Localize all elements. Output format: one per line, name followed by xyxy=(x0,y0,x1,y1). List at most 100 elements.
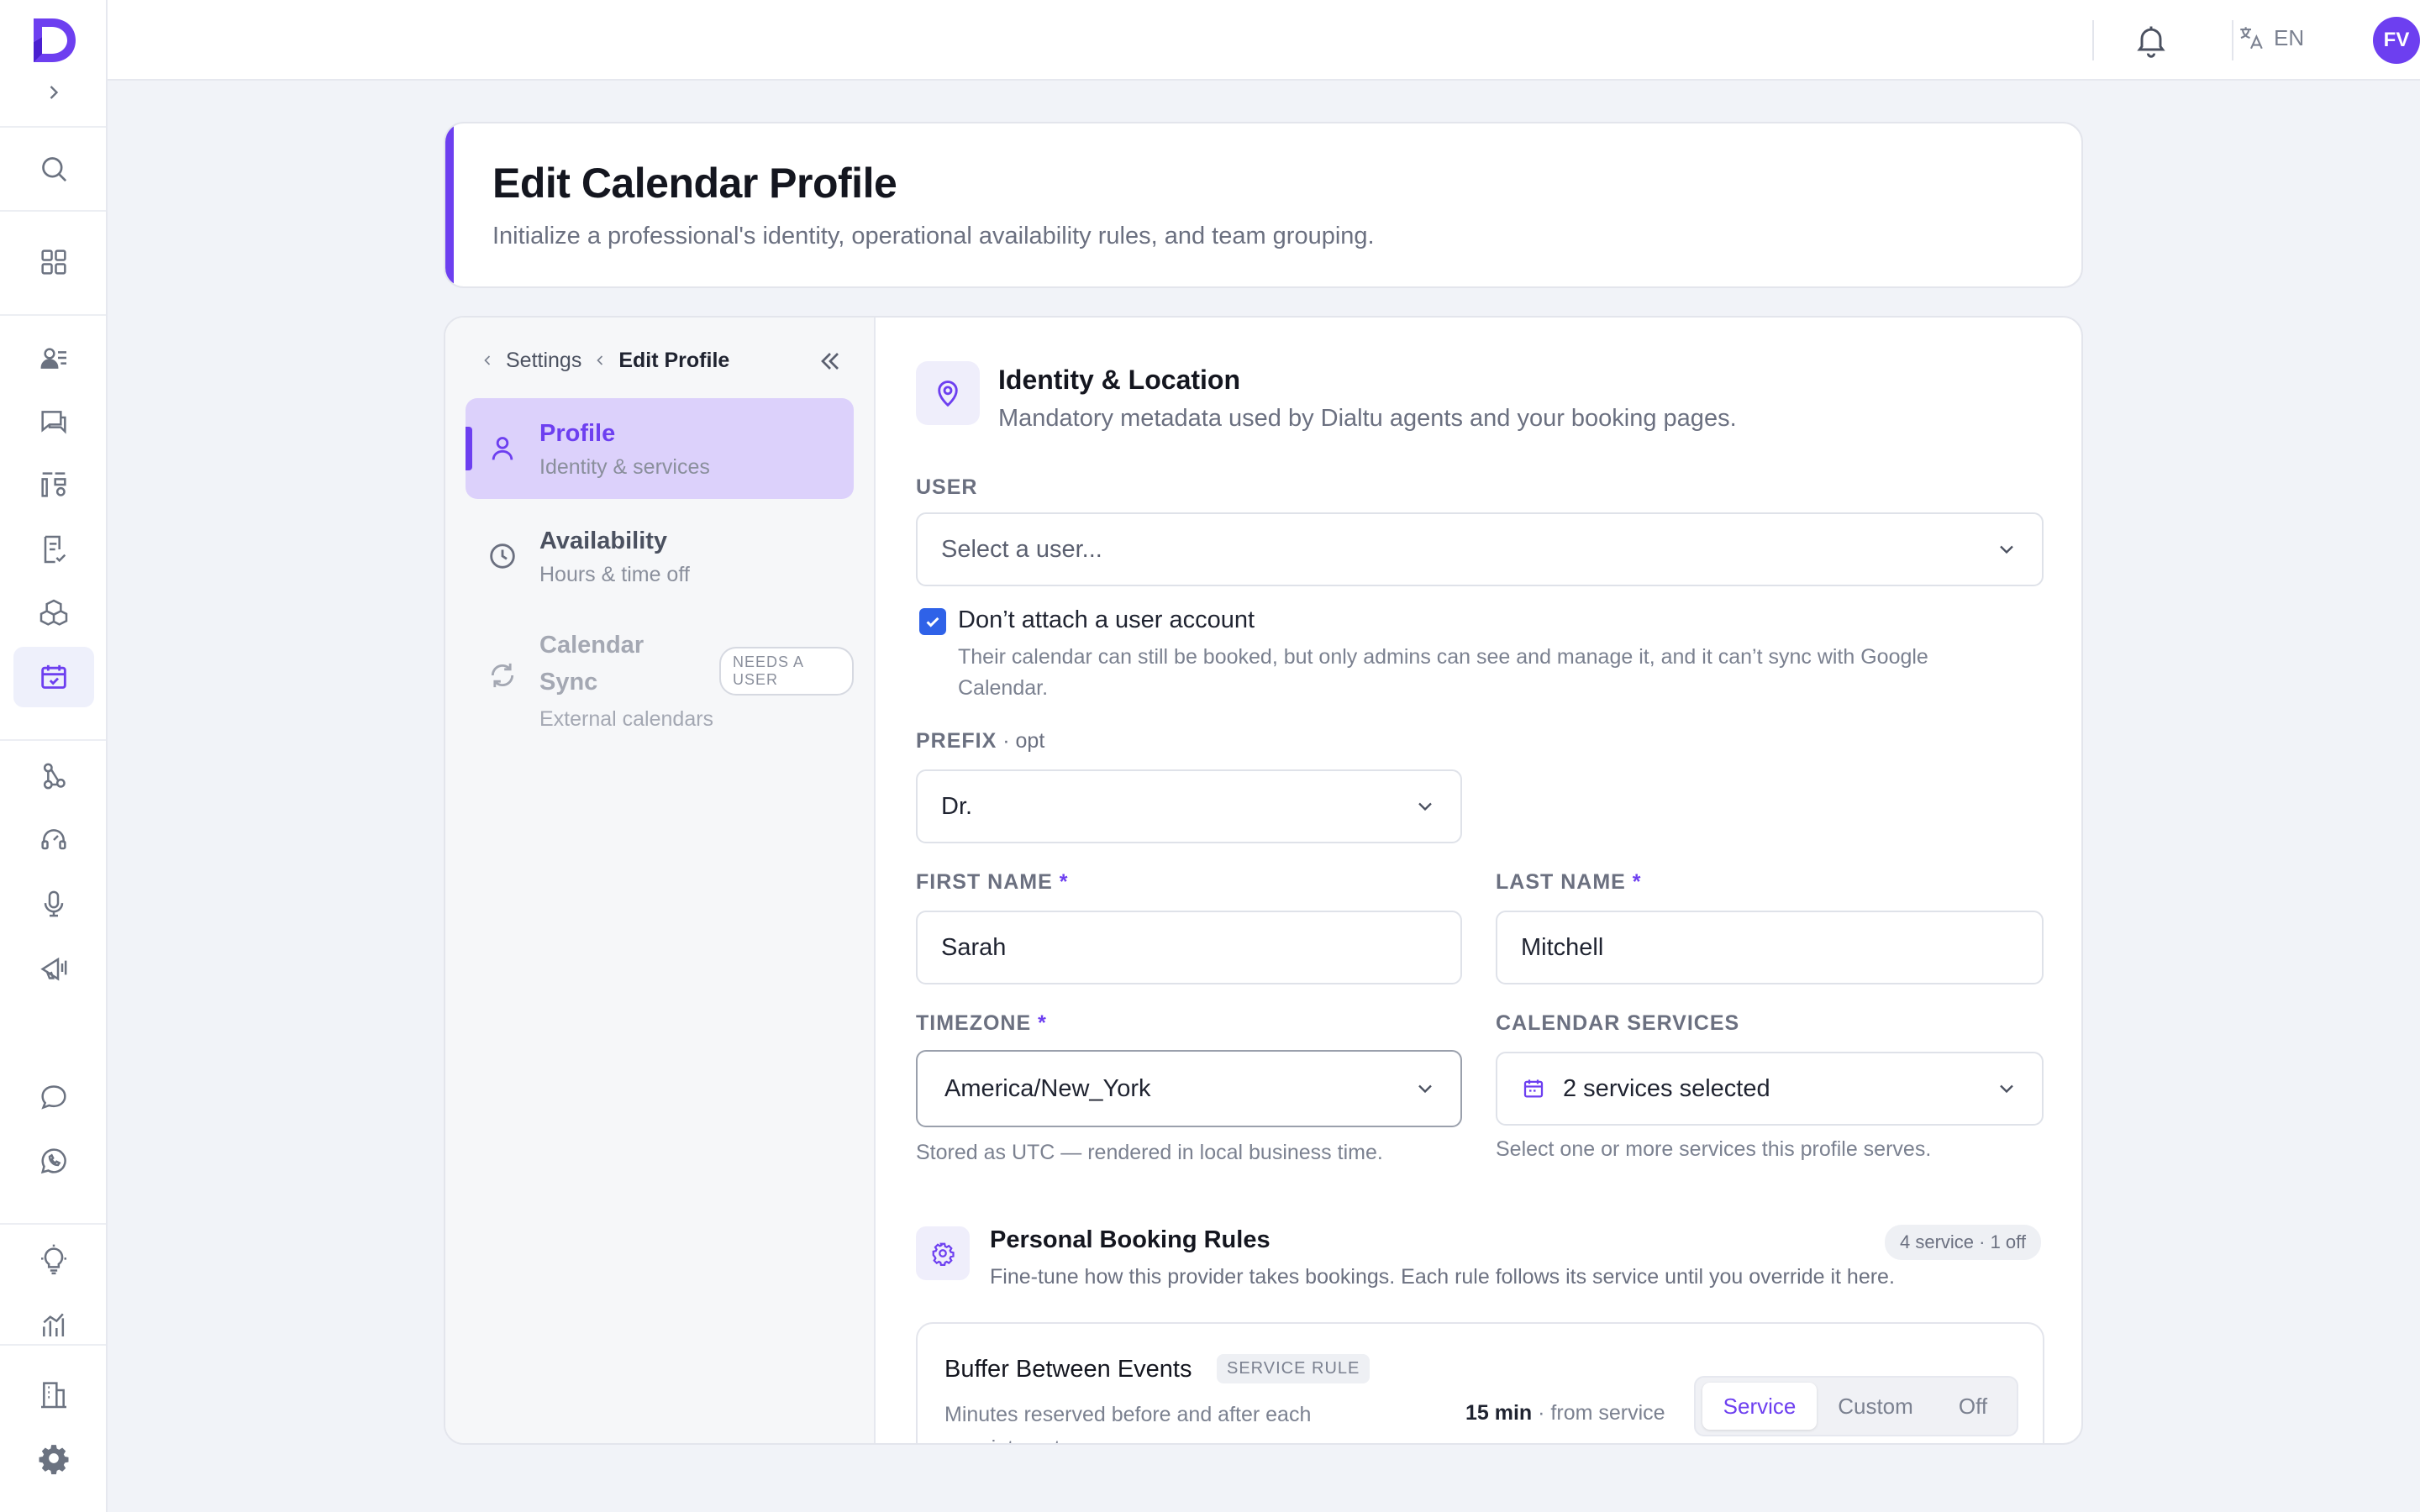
workflows-icon[interactable] xyxy=(34,756,74,796)
profile-subnav: Settings Edit Profile Profile Identity &… xyxy=(445,318,876,1443)
subnav-item-title: Profile xyxy=(539,420,616,447)
chevron-down-icon xyxy=(1418,1084,1432,1094)
rules-summary-badge: 4 service · 1 off xyxy=(1885,1225,2041,1260)
search-icon[interactable] xyxy=(34,149,74,189)
breadcrumb-current: Edit Profile xyxy=(618,348,730,372)
rail-divider xyxy=(0,1223,106,1225)
page-subtitle: Initialize a professional's identity, op… xyxy=(492,223,1375,249)
rule-mode-service[interactable]: Service xyxy=(1702,1383,1817,1430)
user-avatar[interactable]: FV xyxy=(2373,17,2420,64)
products-icon[interactable] xyxy=(34,593,74,633)
settings-gear-icon xyxy=(916,1226,970,1280)
section-title: Identity & Location xyxy=(998,365,1240,395)
subnav-item-profile[interactable]: Profile Identity & services xyxy=(466,398,854,499)
no-user-help-text: Their calendar can still be booked, but … xyxy=(958,645,1928,700)
dialtu-logo[interactable] xyxy=(29,15,79,66)
user-icon xyxy=(492,437,513,460)
subnav-item-title: Calendar xyxy=(539,632,644,659)
no-user-checkbox-label[interactable]: Don’t attach a user account xyxy=(958,606,1255,634)
subnav-item-subtitle: Hours & time off xyxy=(539,563,690,586)
sidebar-rail xyxy=(0,0,108,1512)
whatsapp-icon[interactable] xyxy=(34,1141,74,1181)
contacts-icon[interactable] xyxy=(34,338,74,378)
first-name-input[interactable]: Sarah xyxy=(916,911,1462,984)
subnav-item-availability[interactable]: Availability Hours & time off xyxy=(466,506,854,606)
prefix-field-label: PREFIX · opt xyxy=(916,729,1044,753)
breadcrumb: Settings Edit Profile xyxy=(479,339,729,381)
prefix-value: Dr. xyxy=(941,792,973,820)
prefix-select[interactable]: Dr. xyxy=(916,769,1462,843)
chevron-down-icon xyxy=(2000,545,2013,554)
translate-icon xyxy=(2240,27,2263,50)
required-marker: * xyxy=(1038,1011,1047,1035)
timezone-select[interactable]: America/New_York xyxy=(916,1050,1462,1127)
page-title: Edit Calendar Profile xyxy=(492,160,897,207)
required-marker: * xyxy=(1059,870,1069,894)
optional-marker: · opt xyxy=(997,729,1045,753)
rule-mode-custom[interactable]: Custom xyxy=(1820,1383,1931,1430)
subnav-item-subtitle: External calendars xyxy=(539,707,714,731)
dashboard-grid-icon[interactable] xyxy=(34,242,74,282)
rule-title: Buffer Between Events xyxy=(944,1356,1192,1383)
conversations-icon[interactable] xyxy=(34,402,74,442)
rule-mode-off[interactable]: Off xyxy=(1934,1383,2012,1430)
needs-user-badge: NEEDS A USER xyxy=(719,647,854,696)
chevron-left-icon[interactable] xyxy=(479,352,496,369)
identity-form: Identity & Location Mandatory metadata u… xyxy=(876,318,2081,1443)
language-switcher[interactable]: EN xyxy=(2237,24,2304,52)
chevron-right-icon[interactable] xyxy=(42,81,66,104)
first-name-value: Sarah xyxy=(941,933,1007,961)
timezone-label-text: TIMEZONE xyxy=(916,1011,1032,1035)
kanban-icon[interactable] xyxy=(34,465,74,505)
settings-gear-icon[interactable] xyxy=(34,1438,74,1478)
clock-icon xyxy=(490,543,515,569)
rule-value-amount: 15 min xyxy=(1465,1401,1533,1425)
rail-divider xyxy=(0,739,106,741)
breadcrumb-settings-link[interactable]: Settings xyxy=(506,349,581,373)
rule-mode-segmented-control: Service Custom Off xyxy=(1694,1376,2018,1436)
timezone-value: America/New_York xyxy=(944,1074,1151,1102)
chevron-down-icon xyxy=(2000,1084,2013,1094)
prefix-label-text: PREFIX xyxy=(916,729,997,753)
subnav-item-subtitle: Identity & services xyxy=(539,455,710,479)
timezone-help-text: Stored as UTC — rendered in local busine… xyxy=(916,1141,1383,1164)
calendar-icon[interactable] xyxy=(34,657,74,697)
subnav-item-title-line2: Sync xyxy=(539,669,598,696)
support-agent-icon[interactable] xyxy=(34,820,74,860)
first-name-label-text: FIRST NAME xyxy=(916,870,1053,894)
building-icon[interactable] xyxy=(34,1374,74,1415)
campaigns-icon[interactable] xyxy=(34,948,74,988)
rail-divider xyxy=(0,314,106,316)
user-field-label: USER xyxy=(916,475,978,499)
booking-rules-subtitle: Fine-tune how this provider takes bookin… xyxy=(990,1265,1895,1289)
user-select-placeholder: Select a user... xyxy=(941,535,1102,563)
chevron-left-icon xyxy=(597,355,603,365)
tasks-icon[interactable] xyxy=(34,529,74,570)
booking-rules-title: Personal Booking Rules xyxy=(990,1226,1270,1253)
topbar-divider xyxy=(2232,20,2233,60)
calendar-services-select[interactable]: 2 services selected xyxy=(1496,1052,2044,1126)
edit-profile-card: Settings Edit Profile Profile Identity &… xyxy=(444,316,2083,1445)
collapse-double-chevron-icon[interactable] xyxy=(815,346,845,376)
lightbulb-icon[interactable] xyxy=(34,1240,74,1280)
sync-icon xyxy=(491,663,514,688)
no-user-checkbox[interactable] xyxy=(919,608,946,635)
analytics-icon[interactable] xyxy=(34,1304,74,1344)
calendar-icon xyxy=(1523,1079,1544,1098)
rule-value-source: · from service xyxy=(1532,1401,1665,1425)
required-marker: * xyxy=(1632,870,1642,894)
rail-divider xyxy=(0,126,106,128)
rail-divider xyxy=(0,210,106,212)
section-subtitle: Mandatory metadata used by Dialtu agents… xyxy=(998,405,1737,432)
page-header-card: Edit Calendar Profile Initialize a profe… xyxy=(444,122,2083,288)
last-name-value: Mitchell xyxy=(1521,933,1604,961)
header-accent-bar xyxy=(445,123,454,286)
microphone-icon[interactable] xyxy=(34,884,74,924)
rule-tag: SERVICE RULE xyxy=(1217,1354,1370,1383)
chat-bubble-icon[interactable] xyxy=(34,1077,74,1117)
last-name-input[interactable]: Mitchell xyxy=(1496,911,2044,984)
last-name-label: LAST NAME * xyxy=(1496,870,1642,895)
user-select[interactable]: Select a user... xyxy=(916,512,2044,586)
calendar-services-label: CALENDAR SERVICES xyxy=(1496,1011,1740,1035)
notifications-bell-icon[interactable] xyxy=(2133,22,2170,59)
